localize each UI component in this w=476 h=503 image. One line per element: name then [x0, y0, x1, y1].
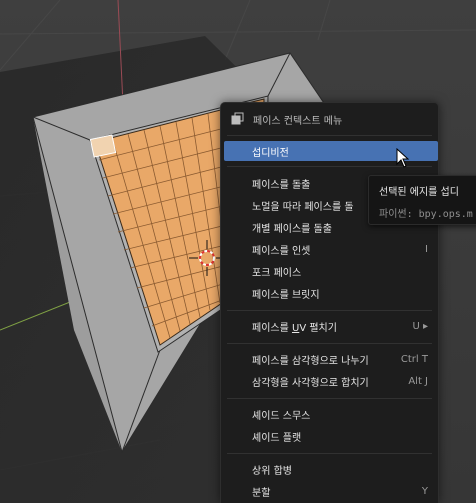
menu-item-parent-merge[interactable]: 상위 합병 [224, 459, 438, 479]
face-select-mode-icon [231, 112, 245, 126]
menu-separator [227, 310, 432, 311]
menu-item-tris-to-quads[interactable]: 삼각형을 사각형으로 합치기 Alt J [224, 371, 438, 391]
menu-item-bridge-faces[interactable]: 페이스를 브릿지 [224, 283, 438, 303]
active-face-marker [89, 134, 117, 158]
operator-tooltip: 선택된 에지를 섭디 파이썬: bpy.ops.m [368, 175, 476, 225]
mouse-cursor-icon [396, 148, 410, 168]
menu-separator [227, 453, 432, 454]
tooltip-python-path: 파이썬: bpy.ops.m [379, 209, 473, 220]
tooltip-description: 선택된 에지를 섭디 [379, 187, 459, 198]
menu-item-triangulate-faces[interactable]: 페이스를 삼각형으로 나누기 Ctrl T [224, 349, 438, 369]
menu-separator [227, 398, 432, 399]
menu-item-inset-faces[interactable]: 페이스를 인셋 I [224, 239, 438, 259]
menu-item-uv-unwrap[interactable]: 페이스를 UV 펼치기 U ▸ [224, 316, 438, 336]
menu-item-shade-smooth[interactable]: 셰이드 스무스 [224, 404, 438, 424]
menu-header: 페이스 컨텍스트 메뉴 [221, 109, 438, 129]
menu-title: 페이스 컨텍스트 메뉴 [253, 115, 343, 127]
menu-separator [227, 343, 432, 344]
menu-separator [227, 135, 432, 136]
menu-item-poke-faces[interactable]: 포크 페이스 [224, 261, 438, 281]
menu-item-shade-flat[interactable]: 셰이드 플랫 [224, 426, 438, 446]
menu-item-split[interactable]: 분할 Y [224, 481, 438, 501]
